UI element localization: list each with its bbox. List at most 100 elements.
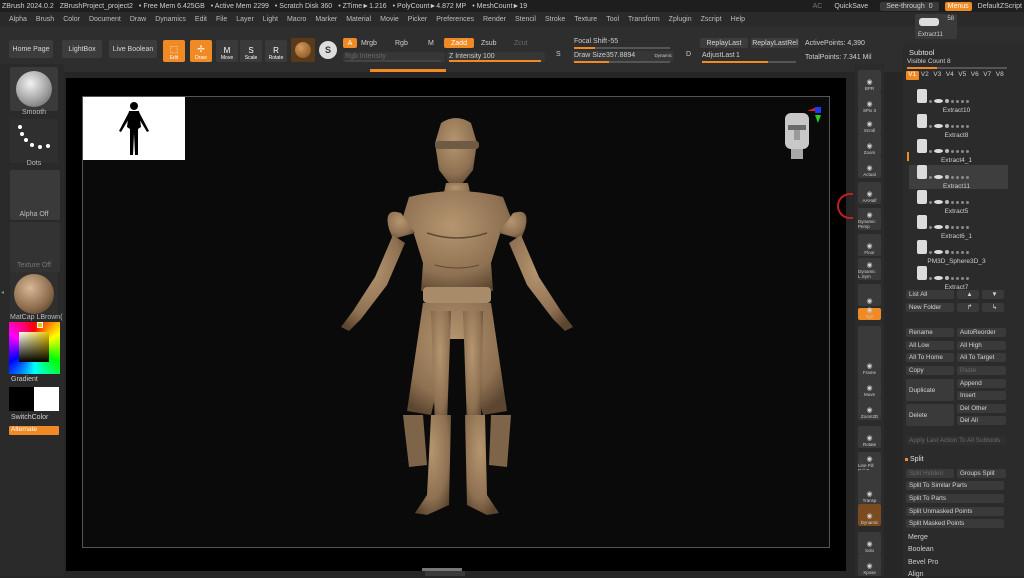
subtool-item[interactable]: Extract8 [909, 114, 1008, 139]
draw-size-slider[interactable]: Draw Size 357.8894 Dynamic [572, 51, 674, 63]
subtool-item[interactable]: Extract5 [909, 190, 1008, 215]
shelf-btn-bpr[interactable]: ◉ BPR [858, 70, 881, 92]
color-picker[interactable] [9, 322, 60, 374]
subtool-visibility-icons[interactable] [929, 225, 969, 229]
move-out-button[interactable]: ↳ [982, 303, 1004, 312]
shelf-btn-blank-9[interactable]: ◉ [858, 284, 881, 306]
subtool-item[interactable]: Extract11 [909, 165, 1008, 190]
menu-brush[interactable]: Brush [36, 16, 54, 23]
matcap-material-button[interactable] [10, 272, 58, 316]
switch-color-button[interactable]: SwitchColor [11, 414, 48, 421]
lightbox-button[interactable]: LightBox [62, 40, 102, 58]
duplicate-button[interactable]: Duplicate [906, 379, 954, 401]
delete-button[interactable]: Delete [906, 404, 954, 426]
version-tab-v5[interactable]: V5 [956, 71, 969, 80]
s-toggle-icon[interactable]: S [556, 40, 568, 58]
material-swatch-button[interactable] [291, 38, 315, 62]
rgb-button[interactable]: Rgb [395, 40, 408, 47]
shelf-btn-spix-3[interactable]: ◉ SPix 3 [858, 92, 881, 114]
rename-button[interactable]: Rename [906, 328, 954, 337]
split-similar-parts-button[interactable]: Split To Similar Parts [906, 481, 1004, 490]
menu-stroke[interactable]: Stroke [545, 16, 565, 23]
rgb-intensity-slider[interactable]: Rgb Intensity [343, 52, 445, 62]
d-toggle-icon[interactable]: D [686, 40, 698, 58]
subtool-visibility-icons[interactable] [929, 124, 969, 128]
subtool-visibility-icons[interactable] [929, 276, 969, 280]
shelf-btn-xpose[interactable]: ◉ Xpose [858, 554, 881, 576]
version-tab-v2[interactable]: V2 [919, 71, 932, 80]
bevel-pro-header[interactable]: Bevel Pro [908, 559, 938, 566]
subtool-header[interactable]: Subtool [909, 48, 934, 57]
version-tab-v7[interactable]: V7 [981, 71, 994, 80]
move-tool-button[interactable]: M Move [216, 40, 238, 62]
all-low-button[interactable]: All Low [906, 341, 954, 350]
auto-reorder-button[interactable]: AutoReorder [957, 328, 1006, 337]
shelf-btn-aahalf[interactable]: ◉ AAHalf [858, 182, 881, 204]
z-intensity-slider[interactable]: Z Intensity 100 [447, 52, 545, 62]
shelf-btn-scroll[interactable]: ◉ Scroll [858, 112, 881, 134]
split-hidden-button[interactable]: Split Hidden [906, 469, 954, 478]
shelf-btn-dynamic[interactable]: ◉ Dynamic [858, 504, 881, 526]
groups-split-button[interactable]: Groups Split [957, 469, 1006, 478]
version-tab-v8[interactable]: V8 [994, 71, 1007, 80]
menu-file[interactable]: File [216, 16, 227, 23]
del-other-button[interactable]: Del Other [957, 404, 1006, 413]
gradient-label[interactable]: Gradient [11, 376, 38, 383]
menu-stencil[interactable]: Stencil [515, 16, 536, 23]
menu-dynamics[interactable]: Dynamics [155, 16, 186, 23]
subtool-visibility-icons[interactable] [929, 200, 969, 204]
shelf-btn-dynamic-persp[interactable]: ◉ Dynamic Persp [858, 208, 881, 230]
color-picker-square[interactable] [19, 332, 49, 362]
subtool-item[interactable]: Extract4_1 [909, 139, 1008, 164]
focal-shift-slider[interactable]: Focal Shift -55 [572, 38, 674, 49]
all-to-home-button[interactable]: All To Home [906, 353, 954, 362]
shelf-btn-transp[interactable]: ◉ Transp [858, 482, 881, 504]
menu-transform[interactable]: Transform [628, 16, 660, 23]
insert-button[interactable]: Insert [957, 391, 1006, 400]
menu-zscript[interactable]: Zscript [701, 16, 722, 23]
scale-tool-button[interactable]: S Scale [240, 40, 262, 62]
menu-marker[interactable]: Marker [315, 16, 337, 23]
menu-movie[interactable]: Movie [380, 16, 399, 23]
split-to-parts-button[interactable]: Split To Parts [906, 494, 1004, 503]
main-color-swatch[interactable] [9, 387, 34, 411]
subtool-item[interactable]: Extract6_1 [909, 215, 1008, 240]
subtool-item[interactable]: Extract10 [909, 89, 1008, 114]
quicksave-button[interactable]: QuickSave [828, 3, 874, 10]
menu-zplugin[interactable]: Zplugin [669, 16, 692, 23]
subtool-visibility-icons[interactable] [929, 149, 969, 153]
visible-count-slider[interactable]: Visible Count 8 [907, 58, 951, 65]
mrgb-button[interactable]: Mrgb [361, 40, 377, 47]
new-folder-button[interactable]: New Folder [906, 303, 954, 312]
move-in-button[interactable]: ↱ [957, 303, 979, 312]
panel-scroll-indicator[interactable] [907, 152, 909, 161]
canvas-frame[interactable] [82, 96, 830, 548]
dots-stroke-button[interactable] [10, 119, 58, 163]
document-viewport[interactable] [66, 78, 846, 571]
paste-button[interactable]: Paste [957, 366, 1006, 375]
zadd-button[interactable]: Zadd [444, 38, 474, 48]
home-page-button[interactable]: Home Page [9, 40, 53, 58]
secondary-color-swatch[interactable] [34, 387, 59, 411]
subtool-item[interactable]: PM3D_Sphere3D_3 [909, 240, 1008, 265]
m-button[interactable]: M [428, 40, 434, 47]
menu-picker[interactable]: Picker [408, 16, 427, 23]
all-high-button[interactable]: All High [957, 341, 1006, 350]
apply-last-action-button[interactable]: Apply Last Action To All Subtools [906, 436, 1006, 445]
merge-header[interactable]: Merge [908, 534, 928, 541]
menu-document[interactable]: Document [89, 16, 121, 23]
live-boolean-button[interactable]: Live Boolean [109, 40, 157, 58]
shelf-btn-dynamic-l-sym[interactable]: ◉ Dynamic L.Sym [858, 258, 881, 280]
menu-light[interactable]: Light [263, 16, 278, 23]
split-unmasked-button[interactable]: Split Unmasked Points [906, 507, 1004, 516]
shelf-btn-solo[interactable]: ◉ Solo [858, 532, 881, 554]
zcut-button[interactable]: Zcut [514, 40, 528, 47]
menu-render[interactable]: Render [483, 16, 506, 23]
shelf-btn-zoom[interactable]: ◉ Zoom [858, 134, 881, 156]
append-button[interactable]: Append [957, 379, 1006, 388]
menu-tool[interactable]: Tool [606, 16, 619, 23]
version-tab-v1[interactable]: V1 [906, 71, 919, 80]
subtool-visibility-icons[interactable] [929, 250, 969, 254]
a-toggle[interactable]: A [343, 38, 357, 48]
menu-material[interactable]: Material [346, 16, 371, 23]
